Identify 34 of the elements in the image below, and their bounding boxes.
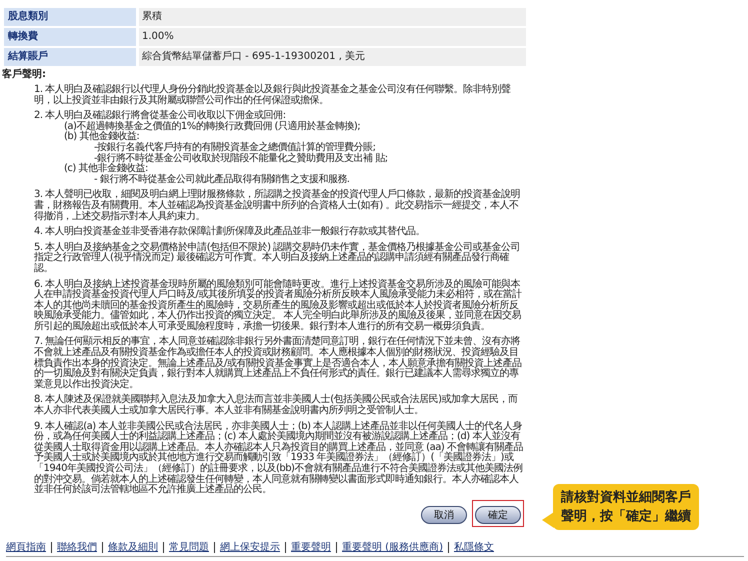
footer-link[interactable]: 重要聲明: [285, 542, 336, 553]
action-button[interactable]: 確定: [475, 506, 521, 524]
footer-link[interactable]: 常見問題: [163, 542, 214, 553]
field-label: 轉換費: [4, 28, 136, 46]
footer-link[interactable]: 聯絡我們: [51, 542, 102, 553]
declaration-text: 7. 無論任何顯示相反的事宜，本人同意並確認除非銀行另外書面清楚同意訂明，銀行在任何情況下並未曾、沒有亦將不會就上述產品及有關投資基金作為或擔任本人的投資或財務顧問。本人應根據本人個別的財務狀況、投資經驗及目標負責作出本身的投資決定。無論上述產品及/或有關投資基金事實上是否適合本人，本人願意承擔有關投資上述產品的一切風險及對有關決定負責，銀行對本人就購買上述產品上不負任何形式的責任。銀行已建議本人需尋求獨立的專業意見以作出投資決定。: [34, 337, 522, 390]
declaration-text: 1. 本人明白及確認銀行以代理人身份分銷此投資基金以及銀行與此投資基金之基金公司沒有任何聯繫。除非特別聲明，以上投資並非由銀行及其附屬或聯營公司作出的任何保證或擔保。: [34, 85, 512, 106]
declaration-subitem: -銀行將不時從基金公司收取於現階段不能量化之贊助費用及支出補 貼;: [94, 154, 389, 164]
footer-link[interactable]: 條款及細則: [102, 542, 163, 553]
declaration-text: 2. 本人明白及確認銀行將會從基金公司收取以下佣金或回佣:: [34, 111, 286, 122]
declaration-text: 4. 本人明白投資基金並非受香港存款保障計劃所保障及此產品並非一般銀行存款或其替代品。: [34, 227, 426, 238]
field-value: 累積: [139, 8, 526, 26]
declaration-text: 6. 本人明白及接納上述投資基金現時所屬的風險類別可能會隨時更改。進行上述投資基金交易所涉及的風險可能與本人在申請投資基金投資代理人戶口時及/或其後所填妥的投資者風險分析所反映本人風險承受能力未必相符，或在當計本人的其他尚未贖回的基金投資所產生的風險時，交易所產生的風險及影響或超出或低於本人於投資者風險分析所反映風險承受能力。儘管如此，本人仍作出投資的獨立決定。 本人完全明白此舉所涉及的風險及後果，並同意在因交易所引起的風險超出或低於本人可承受風險程度時，承擔一切後果。銀行對本人進行的所有交易一概毋須負責。: [34, 280, 523, 332]
declaration-text: 3. 本人聲明已收取，細閱及明白網上理財服務條款，所認購之投資基金的投資代理人戶口條款，最新的投資基金說明書，財務報告及有關費用。本人並確認為投資基金說明書中所列的合資格人士(如有) 。此交易指示一經提交，本人不得撤消，上述交易指示對本人具約束力。: [34, 190, 522, 222]
declaration-subitem: -按銀行名義代客戶持有的有關投資基金之總價值計算的管理費分賬;: [93, 142, 376, 153]
field-value: 綜合貨幣結單儲蓄戶口 - 695-1-19300201 , 美元: [139, 48, 526, 66]
footer-link[interactable]: 網頁指南: [6, 542, 51, 553]
declaration-text: 5. 本人明白及接納基金之交易價格於申請(包括但不限於) 認購交易時仍未作實，基金價格乃根據基金公司或基金公司指定之行政管理人(視乎情況而定) 最後確認方可作實。本人明白及接納上述產品的認購申請須經有關產品發行商確認。: [34, 242, 522, 274]
field-label: 結算賬戶: [4, 48, 136, 66]
declaration-subitem: - 銀行將不時從基金公司就此產品取得有關銷售之支援和服務.: [93, 174, 350, 186]
declaration-text: 9. 本人確認(a) 本人並非美國公民或合法居民，亦非美國人士；(b) 本人認購上述產品並非以任何美國人士的代名人身份，或為任何美國人士的利益認購上述產品；(c) 本人處於美國境內期間並沒有被游說認購上述產品；(d) 本人並沒有從美國人士取得資金用以認購上述產品。本人亦確認本人只為投資目的購買上述產品，並同意 (aa) 不會轉讓有關產品予美國人士或於美國境內或於其他地方進行交易而觸動引致「1933 年美國證券法」（經修訂）(「美國證券法」)或「1940年美國投資公司法」（經修訂）的註冊要求，以及(bb)不會就有關產品進行不符合美國證券法或其他美國法例的對沖交易。倘若就本人的上述確認發生任何轉變，本人同意就有關轉變以書面形式即時通知銀行。本人亦確認本人並非任何於該司法管轄地區不允許推廣上述產品的公民。: [34, 422, 524, 496]
footer-link[interactable]: 私隱條文: [448, 542, 499, 553]
footer-link[interactable]: 重要聲明 (服務供應商): [336, 542, 448, 553]
callout-text: 聲明，按「確定」繼續: [561, 508, 691, 526]
action-button[interactable]: 取消: [421, 506, 467, 524]
field-value: 1.00%: [139, 28, 526, 46]
callout-text: 請核對資料並細閱客戶: [561, 488, 691, 507]
declaration-subitem: (a)不超過轉換基金之價值的1%的轉換行政費回佣 (只適用於基金轉換);: [63, 122, 362, 132]
declaration-text: 8. 本人陳述及保證就美國聯邦入息法及加拿大入息法而言並非美國人士(包括美國公民或合法居民)或加拿大居民，而本人亦非代表美國人士或加拿大居民行事。本人並非有關基金說明書內所列明之受管制人士。: [34, 395, 519, 417]
footer-link[interactable]: 網上保安提示: [214, 542, 285, 553]
declaration-subitem: (c) 其他非金錢收益:: [63, 164, 148, 174]
declaration-title: 客戶聲明:: [2, 67, 47, 81]
declaration-subitem: (b) 其他金錢收益:: [63, 132, 140, 142]
field-label: 股息類別: [4, 8, 136, 26]
